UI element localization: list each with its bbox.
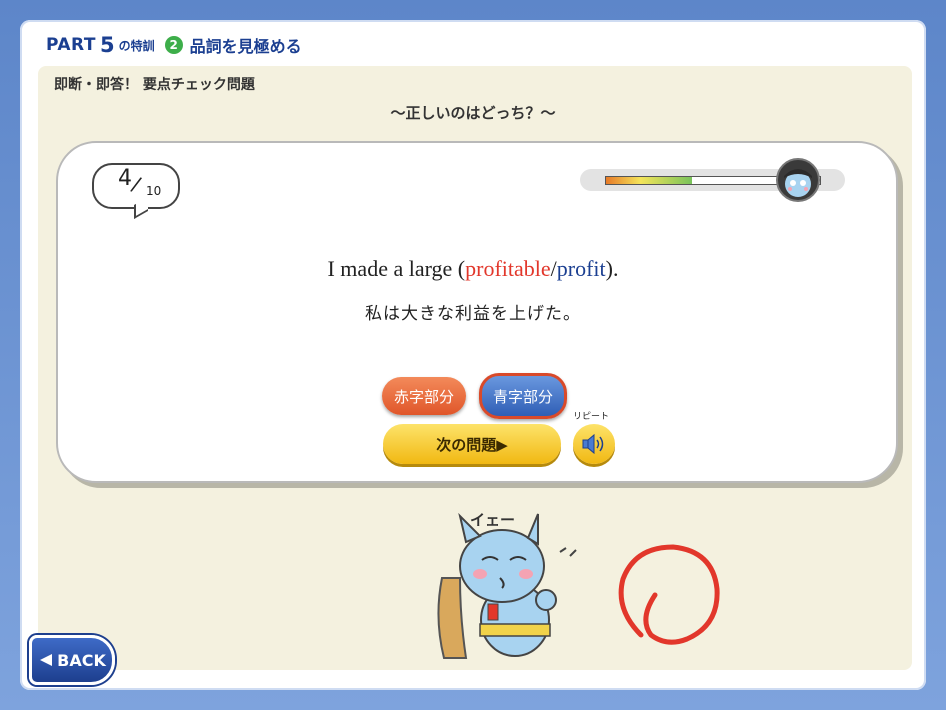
- part-suffix: の特訓: [118, 38, 155, 53]
- option-blue-text: profit: [556, 256, 606, 281]
- progress-fill: [606, 177, 692, 184]
- next-question-button[interactable]: 次の問題▶: [383, 424, 561, 464]
- counter-current: 4: [118, 166, 132, 191]
- option-red-text: profitable: [465, 256, 551, 281]
- page-title: PART 5 の特訓 2 品詞を見極める: [46, 33, 302, 57]
- counter-total: 10: [146, 184, 162, 198]
- repeat-button[interactable]: [573, 424, 615, 464]
- section-title: 品詞を見極める: [189, 37, 302, 56]
- section-number-badge: 2: [164, 36, 183, 54]
- back-button[interactable]: BACK: [29, 635, 115, 685]
- answer-red-button[interactable]: 赤字部分: [382, 377, 466, 415]
- part-number: 5: [99, 33, 115, 57]
- triangle-left-icon: [40, 654, 53, 666]
- part-label: PART: [46, 35, 96, 55]
- speaker-icon: [582, 433, 604, 455]
- question-prompt: 〜正しいのはどっち？〜: [390, 104, 556, 122]
- repeat-label: リピート: [573, 412, 610, 422]
- oni-mascot-icon: [437, 512, 577, 659]
- answer-blue-button[interactable]: 青字部分: [479, 373, 567, 419]
- section-subtitle: 即断・即答！ 要点チェック問題: [54, 77, 255, 93]
- sentence-prefix: I made a large (: [327, 256, 466, 281]
- question-sentence: I made a large (profitable/profit).: [0, 256, 946, 282]
- sentence-suffix: ).: [605, 256, 619, 281]
- question-translation: 私は大きな利益を上げた。: [365, 304, 581, 324]
- correct-circle-icon: [618, 544, 720, 645]
- oni-face-icon: [776, 158, 820, 202]
- back-label: BACK: [57, 650, 106, 670]
